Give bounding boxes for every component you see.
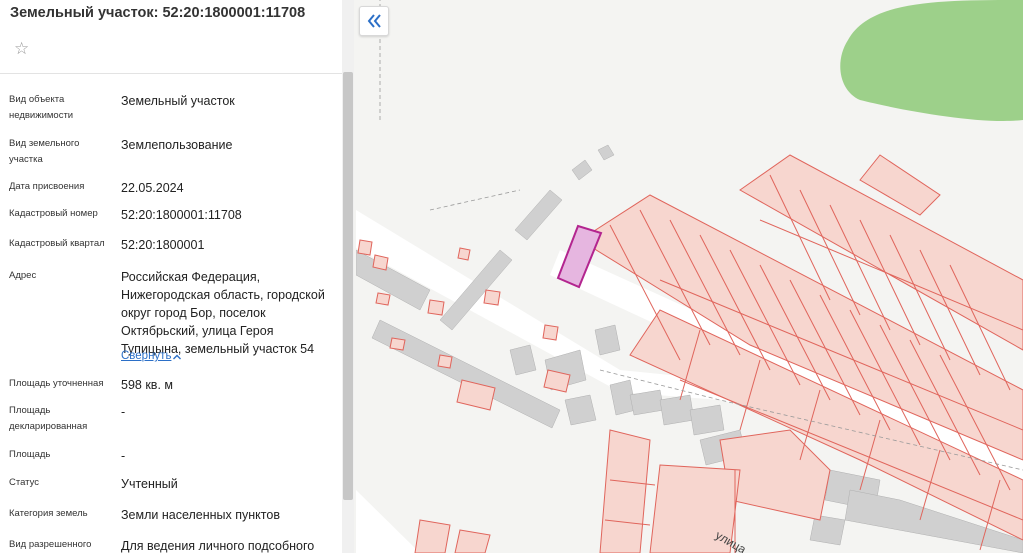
field-value: Земельный участок — [121, 94, 235, 108]
collapse-link[interactable]: Свернуть — [121, 350, 171, 362]
field-label: Площадь декларированная — [9, 405, 88, 432]
field-label: Вид разрешенного — [9, 539, 92, 550]
field-value: Учтенный — [121, 477, 178, 491]
road — [356, 490, 420, 553]
field-label: Категория земель — [9, 508, 88, 519]
panel-title: Земельный участок: 52:20:1800001:11708 — [10, 5, 306, 21]
double-chevron-left-icon — [367, 14, 381, 28]
field-value: Для ведения личного подсобного — [121, 539, 315, 553]
field-value: 52:20:1800001 — [121, 238, 205, 252]
field-label: Вид земельного участка — [9, 138, 80, 165]
star-icon[interactable]: ☆ — [14, 39, 29, 59]
field-label: Кадастровый номер — [9, 208, 98, 219]
field-label: Статус — [9, 477, 40, 488]
scrollbar-thumb[interactable] — [343, 72, 353, 500]
collapse-panel-button[interactable] — [359, 6, 389, 36]
map-view[interactable]: улица — [356, 0, 1023, 553]
chevron-up-icon[interactable] — [172, 352, 182, 362]
field-label: Площадь — [9, 449, 51, 460]
field-label: Дата присвоения — [9, 181, 85, 192]
field-label: Кадастровый квартал — [9, 238, 105, 249]
field-value: - — [121, 449, 126, 463]
field-value: 52:20:1800001:11708 — [121, 208, 242, 222]
divider — [0, 73, 342, 74]
field-label: Адрес — [9, 270, 37, 281]
field-value: Землепользование — [121, 138, 233, 152]
field-value: Земли населенных пунктов — [121, 508, 280, 522]
forest-area — [840, 0, 1023, 121]
parcels — [357, 154, 1023, 553]
field-value: 598 кв. м — [121, 378, 173, 392]
field-value: Российская Федерация, Нижегородская обла… — [121, 270, 325, 356]
field-label: Площадь уточненная — [9, 378, 104, 389]
field-value: 22.05.2024 — [121, 181, 184, 195]
info-panel: Земельный участок: 52:20:1800001:11708 ☆… — [0, 0, 342, 553]
field-value: - — [121, 405, 126, 419]
map-canvas[interactable] — [356, 0, 1023, 553]
field-label: Вид объекта недвижимости — [9, 94, 74, 121]
